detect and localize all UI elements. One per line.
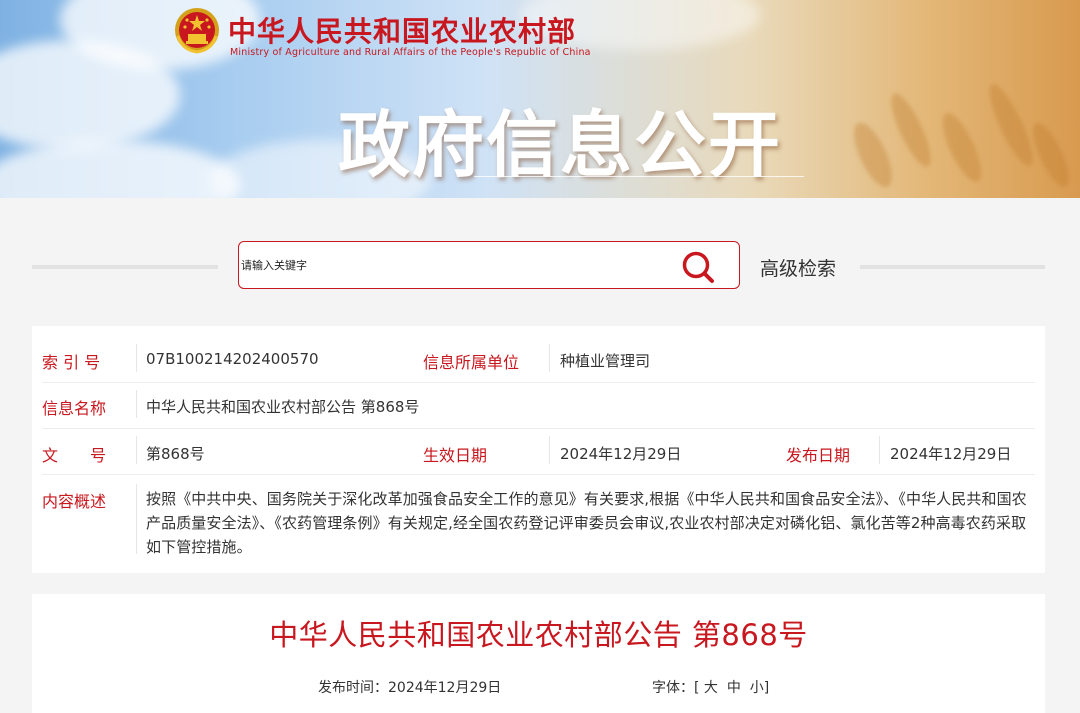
search-box [238, 241, 740, 289]
summary-label: 内容概述 [42, 492, 107, 511]
search-input[interactable] [241, 246, 671, 284]
banner-wheat [846, 117, 900, 193]
font-size-switcher: 字体：[ 大 中 小] [652, 677, 769, 697]
left-divider [32, 265, 218, 269]
row-divider [42, 428, 1035, 429]
bracket-open: [ [694, 680, 700, 696]
banner-wheat [884, 89, 938, 171]
advanced-search-link[interactable]: 高级检索 [760, 254, 836, 281]
site-name: 中华人民共和国农业农村部 [228, 15, 577, 48]
banner-divider [474, 176, 804, 177]
banner-cloud [0, 140, 240, 198]
font-size-label: 字体： [652, 680, 694, 696]
search-icon[interactable] [681, 250, 717, 284]
summary-text: 按照《中共中央、国务院关于深化改革加强食品安全工作的意见》有关要求,根据《中华人… [146, 490, 1027, 556]
article-card: 中华人民共和国农业农村部公告 第868号 发布时间：2024年12月29日 字体… [32, 594, 1045, 713]
publish-time-value: 2024年12月29日 [388, 680, 502, 696]
banner-wheat [982, 79, 1040, 171]
row-divider [42, 474, 1035, 475]
header-banner: 中华人民共和国农业农村部 Ministry of Agriculture and… [0, 0, 1080, 198]
column-divider [136, 436, 137, 464]
search-area: 高级检索 [0, 198, 1080, 326]
column-divider [136, 390, 137, 418]
publish-time-label: 发布时间： [318, 680, 388, 696]
document-meta-card: 索 引 号 07B100214202400570 信息所属单位 种植业管理司 信… [32, 326, 1045, 573]
column-divider [549, 344, 550, 372]
bracket-close: ] [763, 680, 770, 696]
department-label: 信息所属单位 [423, 353, 520, 372]
column-divider [136, 344, 137, 372]
banner-wheat [935, 108, 989, 187]
info-name-value: 中华人民共和国农业农村部公告 第868号 [146, 398, 420, 416]
document-number-value: 第868号 [146, 445, 205, 463]
publish-date-value: 2024年12月29日 [890, 445, 1012, 463]
column-divider [549, 436, 550, 464]
publish-date-label: 发布日期 [786, 446, 851, 465]
article-title: 中华人民共和国农业农村部公告 第868号 [269, 618, 808, 652]
font-size-small[interactable]: 小 [750, 680, 764, 696]
publish-time: 发布时间：2024年12月29日 [318, 677, 501, 697]
banner-wheat [1026, 118, 1076, 192]
font-size-large[interactable]: 大 [704, 680, 718, 696]
effective-date-label: 生效日期 [423, 446, 488, 465]
column-divider [136, 484, 137, 554]
index-number-label: 索 引 号 [42, 353, 101, 372]
right-divider [860, 265, 1045, 269]
site-name-english: Ministry of Agriculture and Rural Affair… [230, 47, 591, 58]
column-divider [879, 436, 880, 464]
effective-date-value: 2024年12月29日 [560, 445, 682, 463]
national-emblem-icon [175, 8, 219, 54]
row-divider [42, 382, 1035, 383]
department-value: 种植业管理司 [560, 352, 651, 370]
font-size-medium[interactable]: 中 [727, 680, 741, 696]
info-name-label: 信息名称 [42, 399, 107, 418]
document-number-label: 文 号 [42, 446, 107, 465]
site-logo[interactable]: 中华人民共和国农业农村部 Ministry of Agriculture and… [172, 6, 590, 62]
index-number-value: 07B100214202400570 [146, 350, 319, 368]
